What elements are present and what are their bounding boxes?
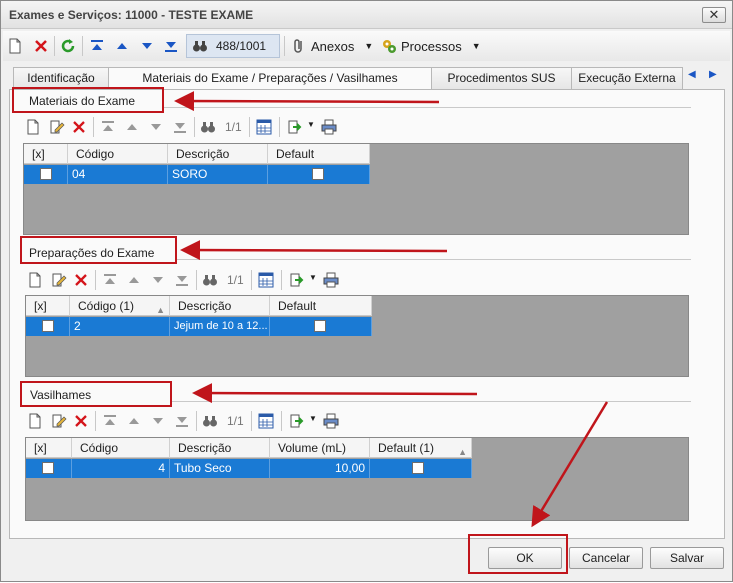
arrow-to-preparacoes bbox=[180, 240, 448, 261]
annotation-arrows bbox=[174, 91, 609, 528]
arrow-to-ok bbox=[531, 401, 609, 528]
dialog-window: Exames e Serviços: 11000 - TESTE EXAME ✕ bbox=[0, 0, 733, 582]
arrow-to-vasilhames bbox=[192, 383, 478, 404]
arrow-to-materiais bbox=[174, 91, 440, 112]
